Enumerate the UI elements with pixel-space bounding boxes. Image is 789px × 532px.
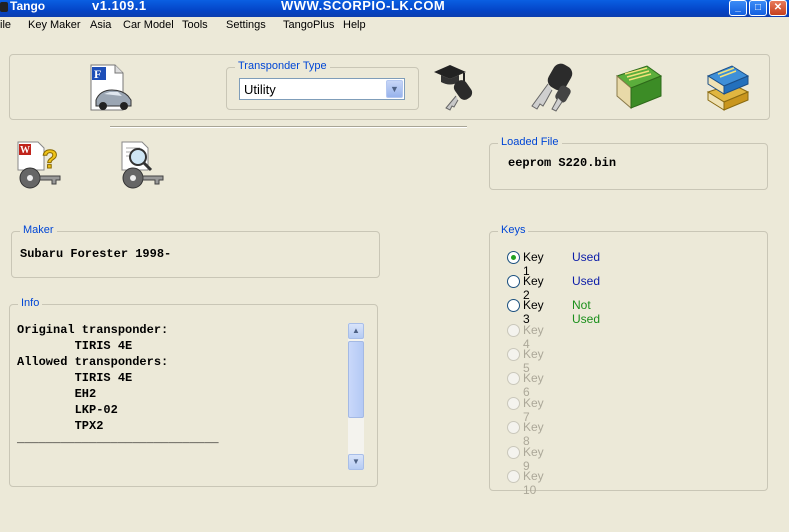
loaded-file-group: Loaded File eeprom S220.bin	[489, 136, 768, 190]
svg-text:?: ?	[42, 144, 58, 174]
menu-key-maker[interactable]: Key Maker	[28, 19, 81, 31]
menu-car-model[interactable]: Car Model	[123, 19, 174, 31]
info-line: LKP-02	[17, 403, 118, 417]
radio-button	[507, 324, 520, 337]
file-car-icon[interactable]: F	[88, 64, 134, 112]
version-text: v1.109.1	[92, 0, 147, 13]
key-label: Key 8	[523, 420, 544, 448]
key-label: Key 10	[523, 469, 544, 497]
website-text: WWW.SCORPIO-LK.COM	[281, 0, 446, 13]
info-scrollbar[interactable]: ▲ ▼	[348, 323, 364, 470]
title-bar: Tango v1.109.1 WWW.SCORPIO-LK.COM _ □ ✕	[0, 0, 789, 17]
keys-icon[interactable]	[524, 62, 576, 112]
menu-help[interactable]: Help	[343, 19, 366, 31]
key-status: Not Used	[572, 298, 601, 326]
scroll-down-icon[interactable]: ▼	[348, 454, 364, 470]
svg-text:W: W	[20, 145, 30, 156]
info-line: Allowed transponders:	[17, 355, 169, 369]
separator	[110, 126, 467, 128]
maker-group: Maker Subaru Forester 1998-	[11, 224, 380, 278]
radio-button	[507, 348, 520, 361]
menu-file[interactable]: ile	[0, 19, 11, 31]
write-key-icon[interactable]: W ?	[16, 140, 64, 190]
radio-button[interactable]	[507, 299, 520, 312]
loaded-file-value: eeprom S220.bin	[508, 156, 617, 170]
info-line: Original transponder:	[17, 323, 169, 337]
info-line: TIRIS 4E	[17, 371, 133, 385]
maker-value: Subaru Forester 1998-	[20, 247, 172, 261]
green-book-icon[interactable]	[613, 62, 665, 112]
menu-asia[interactable]: Asia	[90, 19, 111, 31]
menu-tools[interactable]: Tools	[182, 19, 208, 31]
info-line: TIRIS 4E	[17, 339, 133, 353]
info-line: ____________________________	[17, 432, 219, 446]
info-label: Info	[18, 297, 43, 309]
transponder-type-value: Utility	[244, 82, 276, 97]
radio-button	[507, 446, 520, 459]
key-label: Key 3	[523, 298, 544, 326]
minimize-icon[interactable]: _	[729, 0, 747, 16]
keys-label: Keys	[498, 224, 529, 236]
key-label: Key 6	[523, 371, 544, 399]
app-logo-icon	[0, 1, 8, 12]
info-line: EH2	[17, 387, 97, 401]
key-status: Used	[572, 274, 601, 288]
radio-button	[507, 372, 520, 385]
menu-tangoplus[interactable]: TangoPlus	[283, 19, 334, 31]
menu-bar: ile Key Maker Asia Car Model Tools Setti…	[0, 17, 789, 36]
app-name: Tango	[10, 0, 46, 13]
chevron-down-icon[interactable]: ▼	[386, 80, 403, 98]
app-title: Tango	[0, 0, 45, 13]
radio-button	[507, 470, 520, 483]
scroll-thumb[interactable]	[348, 341, 364, 418]
maximize-icon[interactable]: □	[749, 0, 767, 16]
maker-label: Maker	[20, 224, 57, 236]
key-status: Used	[572, 250, 601, 264]
search-key-icon[interactable]	[120, 140, 166, 190]
info-text: Original transponder: TIRIS 4E Allowed tr…	[17, 322, 219, 446]
transponder-type-label: Transponder Type	[235, 60, 330, 72]
menu-settings[interactable]: Settings	[226, 19, 266, 31]
scroll-up-icon[interactable]: ▲	[348, 323, 364, 339]
close-icon[interactable]: ✕	[769, 0, 787, 16]
transponder-type-select[interactable]: Utility ▼	[239, 78, 405, 100]
file-icon-letter: F	[94, 67, 101, 81]
learn-key-icon[interactable]	[432, 60, 484, 112]
books-icon[interactable]	[702, 62, 754, 112]
radio-button[interactable]	[507, 251, 520, 264]
radio-button	[507, 421, 520, 434]
loaded-file-label: Loaded File	[498, 136, 562, 148]
radio-button[interactable]	[507, 275, 520, 288]
radio-button	[507, 397, 520, 410]
